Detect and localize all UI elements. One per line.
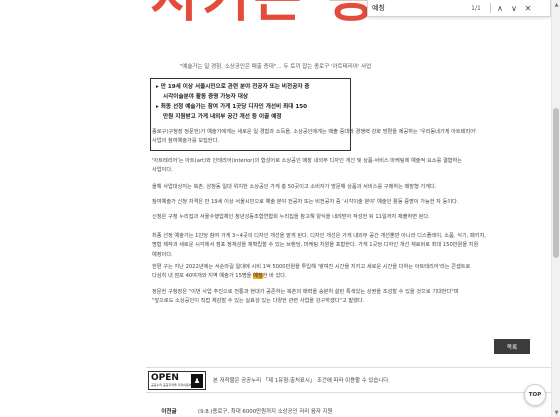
find-match-highlight: 예칭 [253, 273, 263, 280]
find-separator [490, 3, 491, 13]
prev-post-row[interactable]: 이전글 (9.8.)종로구, 최대 6000만원까지 소상공인 저리 융자 지원 [146, 404, 551, 417]
open-license-logo: OPEN 공공누리 공공저작물 자유이용허락 ♟ [148, 370, 206, 390]
paragraph-line: 올해 사업대상지는 북촌, 삼청동 일대 위치한 소상공인 가게 총 50곳이고… [152, 184, 437, 190]
summary-line: ▸ 최종 선정 예술가는 참여 가게 1곳당 디자인 개선비 최대 150 [156, 104, 308, 110]
prev-post-label: 이전글 [161, 408, 177, 415]
chevron-up-icon[interactable]: ∧ [493, 2, 507, 14]
article-paragraph: '아트테리어'는 아트(art)와 인테리어(interior)의 합성어로 소… [152, 157, 524, 176]
article-paragraph: 참여예술가 신청 자격은 만 19세 이상 서울시민으로 예술 분야 전공자 또… [152, 198, 524, 207]
person-icon: ♟ [191, 373, 203, 388]
find-count: 1/1 [471, 4, 481, 12]
page: 지키는 종로 1/1 ∧ ∨ ✕ "예술가는 일 경험, 소상공인은 매출 증대… [0, 0, 551, 417]
paragraph-line: 예정이다. [152, 251, 173, 258]
article-paragraph: 정문헌 구청장은 "이번 사업 추진으로 전통과 현대가 공존하는 북촌의 매력… [152, 288, 524, 307]
license-row: OPEN 공공누리 공공저작물 자유이용허락 ♟ 본 저작물은 공공누리 「제 … [146, 367, 551, 393]
paragraph-line: 종로구(구청장 정문헌)가 예술가에게는 새로운 일 경험과 소득을, 소상공인… [152, 129, 477, 135]
paragraph-line: '아트테리어'는 아트(art)와 인테리어(interior)의 합성어로 소… [152, 158, 463, 164]
paragraph-line: 최종 선정 예술가는 1인당 참여 가게 3~4곳의 디자인 개선을 맡게 된다… [152, 233, 486, 239]
scrollbar[interactable]: ▲ ▼ [551, 0, 560, 417]
paragraph-line: 참여예술가 신청 자격은 만 19세 이상 서울시민으로 예술 분야 전공자 또… [152, 199, 459, 205]
article-paragraph: 최종 선정 예술가는 1인당 참여 가게 3~4곳의 디자인 개선을 맡게 된다… [152, 232, 524, 260]
list-button[interactable]: 목록 [494, 339, 530, 354]
paragraph-text: 다심히 내 점포 40여개와 지역 예술가 15명을 예칭한 바 있다. [152, 273, 287, 280]
paragraph-line: "앞으로도 소상공인이 직접 체감할 수 있는 실효성 있는 다양한 관련 사업… [152, 298, 365, 305]
find-bar: 1/1 ∧ ∨ ✕ [367, 0, 551, 17]
paragraph-line-with-highlight: 다심히 내 점포 40여개와 지역 예술가 15명을 예칭한 바 있다. [152, 272, 524, 281]
find-input[interactable] [372, 2, 464, 14]
summary-line: 시각이술분야 활동 증명 가능자 대상 [163, 94, 248, 100]
scroll-up-arrow-icon[interactable]: ▲ [552, 0, 560, 9]
summary-line: 만원 지원받고 가게 내외부 공간 개선 등 이끌 예정 [163, 114, 282, 120]
article-paragraph: 올해 사업대상지는 북촌, 삼청동 일대 위치한 소상공인 가게 총 50곳이고… [152, 183, 524, 192]
scroll-top-button[interactable]: TOP [524, 384, 546, 406]
scroll-down-arrow-icon[interactable]: ▼ [552, 408, 560, 417]
paragraph-line: 사업이다. [152, 167, 173, 174]
summary-line: ▸ 만 19세 이상 서울시민으로 관련 분야 전공자 또는 비전공자 중 [156, 84, 310, 90]
paragraph-line: 명함 제작과 새로운 시각에서 점포 정체성을 재확립할 수 있는 브랜딩, 마… [152, 242, 479, 249]
paragraph-line: 신청은 구청 누리집과 서울수행업체인 청년성동조합연합회 누리집을 참고해 양… [152, 214, 430, 220]
article-subtitle: "예술가는 일 경험, 소상공인은 매출 증대"… 두 토끼 잡는 종로구 '아… [179, 64, 372, 70]
article-paragraph: 신청은 구청 누리집과 서울수행업체인 청년성동조합연합회 누리집을 참고해 양… [152, 213, 524, 222]
article-paragraph: 종로구(구청장 정문헌)가 예술가에게는 새로운 일 경험과 소득을, 소상공인… [152, 128, 524, 147]
open-logo-word: OPEN [151, 372, 179, 383]
paragraph-line: 한편 구는 지난 2022년에는 서순라길 일대에 시비 1억 5000만원을 … [152, 264, 471, 270]
license-text: 본 저작물은 공공누리 「제 1유형:출처표시」 조건에 따라 이용할 수 있습… [213, 378, 390, 384]
scrollbar-thumb[interactable] [553, 108, 559, 258]
open-logo-subtext: 공공누리 공공저작물 자유이용허락 [151, 382, 195, 387]
close-icon[interactable]: ✕ [521, 2, 535, 14]
paragraph-line: 정문헌 구청장은 "이번 사업 추진으로 전통과 현대가 공존하는 북촌의 매력… [152, 289, 459, 295]
prev-post-title[interactable]: (9.8.)종로구, 최대 6000만원까지 소상공인 저리 융자 지원 [198, 407, 332, 415]
chevron-down-icon[interactable]: ∨ [507, 2, 521, 14]
paragraph-line: 사업의 참여예술가를 모집한다. [152, 138, 219, 145]
article-paragraph: 한편 구는 지난 2022년에는 서순라길 일대에 시비 1억 5000만원을 … [152, 263, 524, 282]
